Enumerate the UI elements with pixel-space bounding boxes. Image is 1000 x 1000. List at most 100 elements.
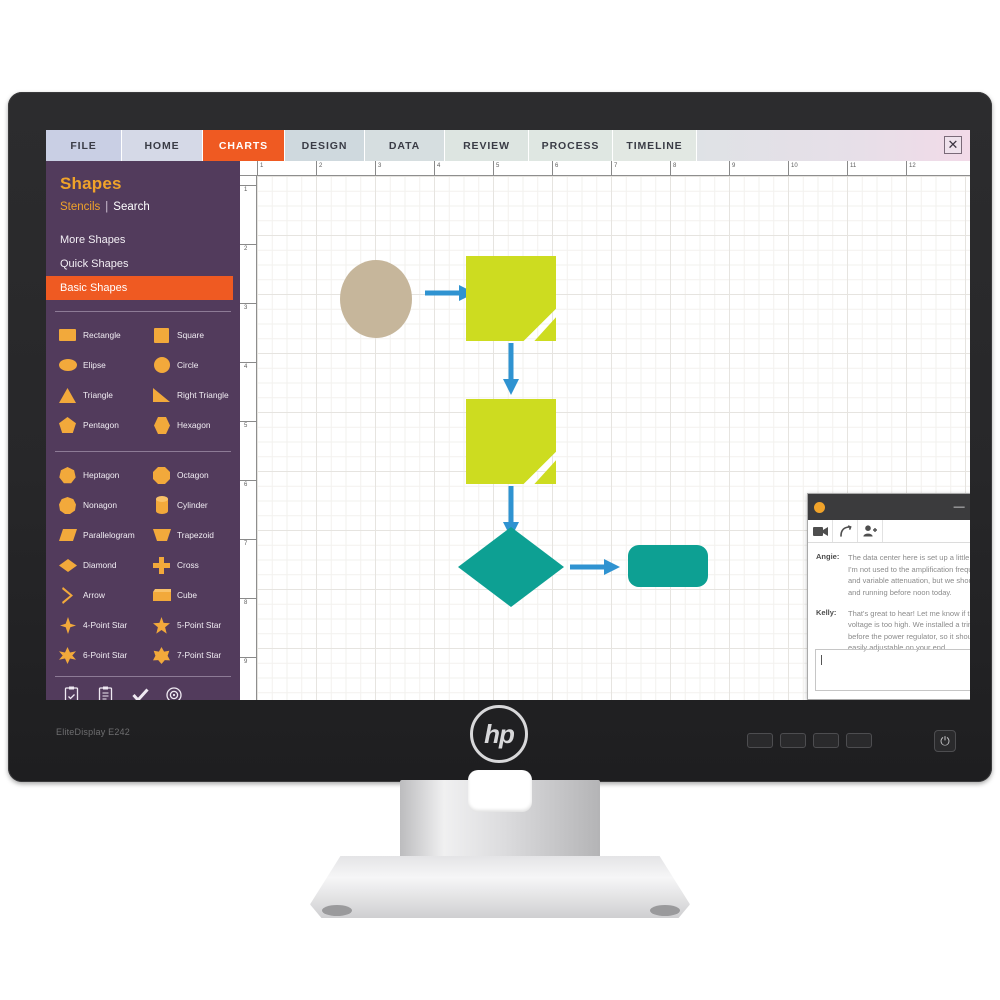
osd-button[interactable] [846, 733, 872, 748]
shape-label: Rectangle [83, 330, 121, 340]
ruler-v-tick: 2 [244, 246, 248, 252]
checkmark-icon[interactable] [132, 686, 149, 700]
shape-triangle[interactable]: Triangle [52, 380, 146, 410]
shape-4-point-star[interactable]: 4-Point Star [52, 610, 146, 640]
shape-cross[interactable]: Cross [146, 550, 240, 580]
shape-label: Parallelogram [83, 530, 135, 540]
ruler-h-tick: 2 [319, 163, 323, 169]
chat-window[interactable]: — ↗ ✕ ▽ [807, 493, 970, 700]
connector-4[interactable] [570, 557, 624, 582]
target-icon[interactable] [166, 686, 182, 700]
shape-parallelogram[interactable]: Parallelogram [52, 520, 146, 550]
shape-cube[interactable]: Cube [146, 580, 240, 610]
tab-charts[interactable]: CHARTS [203, 130, 285, 161]
shape-label: Nonagon [83, 500, 117, 510]
search-link[interactable]: Search [113, 201, 149, 213]
shape-label: Hexagon [177, 420, 211, 430]
tab-file[interactable]: FILE [46, 130, 122, 161]
tab-data[interactable]: DATA [365, 130, 445, 161]
sidebar-item-more-shapes[interactable]: More Shapes [46, 228, 240, 252]
chat-message: Kelly: That's great to hear! Let me know… [816, 608, 970, 655]
ellipse-icon [58, 356, 77, 375]
shape-label: 5-Point Star [177, 620, 222, 630]
trapezoid-icon [152, 526, 171, 545]
add-person-icon[interactable] [858, 520, 883, 542]
right-triangle-icon [152, 386, 171, 405]
rectangle-icon [58, 326, 77, 345]
shape-7-point-star[interactable]: 7-Point Star [146, 640, 240, 670]
shape-heptagon[interactable]: Heptagon [52, 460, 146, 490]
screenshot-root: FILE HOME CHARTS DESIGN DATA REVIEW PROC… [0, 0, 1000, 1000]
chat-titlebar[interactable]: — ↗ ✕ [808, 494, 970, 520]
shape-nonagon[interactable]: Nonagon [52, 490, 146, 520]
phone-call-icon[interactable] [833, 520, 858, 542]
tab-home[interactable]: HOME [122, 130, 203, 161]
shape-grid-group-1: Rectangle Square Elipse Circle Triangle [46, 312, 240, 440]
star-4-icon [58, 616, 77, 635]
shapes-sidebar: Shapes Stencils | Search More Shapes Quick… [46, 161, 240, 700]
shape-label: Cross [177, 560, 199, 570]
start-ellipse[interactable] [340, 260, 412, 338]
sidebar-nav: More Shapes Quick Shapes Basic Shapes [46, 228, 240, 300]
clipboard-check-icon[interactable] [64, 686, 80, 700]
shape-label: Triangle [83, 390, 113, 400]
video-camera-icon[interactable] [808, 520, 833, 542]
shape-5-point-star[interactable]: 5-Point Star [146, 610, 240, 640]
shape-circle[interactable]: Circle [146, 350, 240, 380]
vertical-ruler: 1 2 3 4 5 6 7 8 9 [240, 176, 257, 700]
shape-rectangle[interactable]: Rectangle [52, 320, 146, 350]
minimize-icon[interactable]: — [954, 501, 965, 513]
heptagon-icon [58, 466, 77, 485]
triangle-icon [58, 386, 77, 405]
decision-diamond[interactable] [458, 527, 564, 612]
ruler-h-tick: 12 [909, 163, 916, 169]
shape-cylinder[interactable]: Cylinder [146, 490, 240, 520]
monitor-stand-base [310, 856, 690, 918]
circle-icon [152, 356, 171, 375]
sidebar-item-basic-shapes[interactable]: Basic Shapes [46, 276, 233, 300]
sidebar-item-quick-shapes[interactable]: Quick Shapes [46, 252, 240, 276]
shape-pentagon[interactable]: Pentagon [52, 410, 146, 440]
shape-label: Cylinder [177, 500, 208, 510]
horizontal-ruler: 1 2 3 4 5 6 7 8 9 10 11 12 [240, 161, 970, 176]
ruler-h-tick: 8 [673, 163, 677, 169]
shape-label: Diamond [83, 560, 117, 570]
shape-6-point-star[interactable]: 6-Point Star [52, 640, 146, 670]
ruler-v-tick: 4 [244, 364, 248, 370]
end-rounded-rect[interactable] [628, 545, 708, 587]
shape-label: Trapezoid [177, 530, 214, 540]
shape-hexagon[interactable]: Hexagon [146, 410, 240, 440]
ruler-h-tick: 5 [496, 163, 500, 169]
shape-ellipse[interactable]: Elipse [52, 350, 146, 380]
avatar [814, 501, 825, 513]
shape-right-triangle[interactable]: Right Triangle [146, 380, 240, 410]
text-caret [821, 655, 822, 665]
close-icon[interactable]: ✕ [944, 136, 962, 154]
clipboard-icon[interactable] [98, 686, 114, 700]
tab-timeline[interactable]: TIMELINE [613, 130, 697, 161]
chat-message-list: Angie: The data center here is set up a … [808, 543, 970, 658]
ruler-h-tick: 3 [378, 163, 382, 169]
chat-input[interactable]: ☺ [815, 649, 970, 691]
shape-label: Elipse [83, 360, 106, 370]
ribbon-tabbar: FILE HOME CHARTS DESIGN DATA REVIEW PROC… [46, 130, 970, 161]
shape-diamond[interactable]: Diamond [52, 550, 146, 580]
message-sender: Angie: [816, 552, 840, 561]
shape-label: Cube [177, 590, 198, 600]
connector-2[interactable] [501, 343, 521, 404]
tab-process[interactable]: PROCESS [529, 130, 613, 161]
osd-button[interactable] [813, 733, 839, 748]
message-text: That's great to hear! Let me know if the… [848, 608, 970, 653]
ruler-v-tick: 9 [244, 659, 248, 665]
shape-octagon[interactable]: Octagon [146, 460, 240, 490]
osd-button[interactable] [747, 733, 773, 748]
tab-design[interactable]: DESIGN [285, 130, 365, 161]
shape-arrow[interactable]: Arrow [52, 580, 146, 610]
stencils-link[interactable]: Stencils [60, 201, 100, 213]
shape-trapezoid[interactable]: Trapezoid [146, 520, 240, 550]
tab-review[interactable]: REVIEW [445, 130, 529, 161]
diagram-canvas[interactable]: 1 2 3 4 5 6 7 8 9 10 11 12 1 2 3 4 5 6 7… [240, 161, 970, 700]
shape-square[interactable]: Square [146, 320, 240, 350]
power-icon[interactable]: ⏻ [934, 730, 956, 752]
osd-button[interactable] [780, 733, 806, 748]
